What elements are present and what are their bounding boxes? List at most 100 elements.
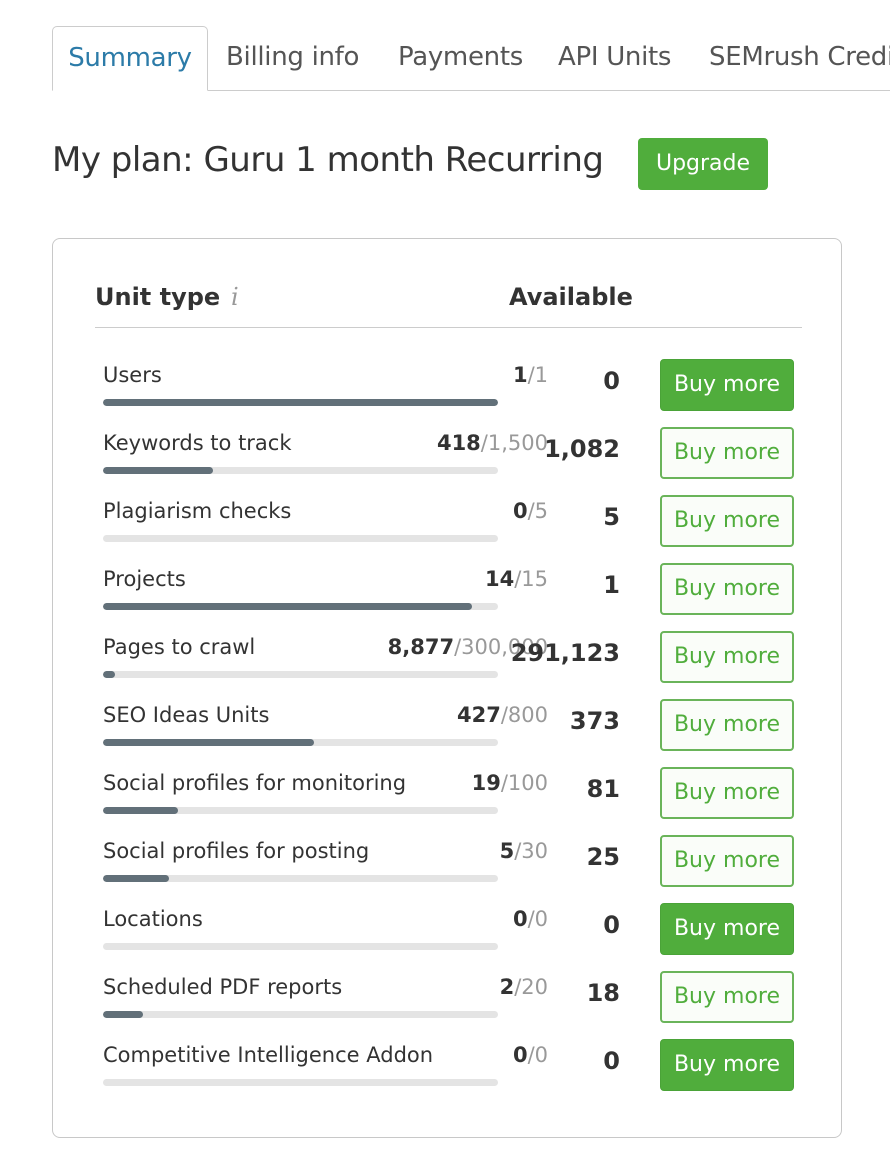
available-count: 5 — [603, 503, 620, 531]
tab-billing-info[interactable]: Billing info — [226, 26, 359, 89]
units-card: Unit type i Available Users 1/1 0 Buy more K… — [52, 238, 842, 1138]
used-count: 427 — [457, 703, 501, 727]
unit-name: Pages to crawl — [103, 635, 255, 659]
header-available: Available — [509, 283, 633, 311]
unit-usage: 418/1,500 — [437, 431, 548, 455]
total-limit: /800 — [501, 703, 548, 727]
total-limit: /100 — [501, 771, 548, 795]
table-header: Unit type i Available — [95, 279, 802, 328]
available-count: 373 — [570, 707, 620, 735]
usage-bar — [103, 807, 498, 814]
usage-bar — [103, 671, 498, 678]
usage-bar — [103, 1011, 498, 1018]
used-count: 0 — [513, 1043, 528, 1067]
usage-bar — [103, 535, 498, 542]
unit-name: SEO Ideas Units — [103, 703, 269, 727]
used-count: 8,877 — [388, 635, 454, 659]
table-row: Locations0/00Buy more — [103, 903, 803, 971]
buy-more-button[interactable]: Buy more — [660, 563, 794, 615]
used-count: 19 — [472, 771, 501, 795]
usage-bar — [103, 1079, 498, 1086]
info-icon[interactable]: i — [231, 283, 239, 311]
unit-name: Plagiarism checks — [103, 499, 291, 523]
usage-bar-fill — [103, 467, 213, 474]
usage-bar-fill — [103, 875, 169, 882]
unit-name: Users — [103, 363, 162, 387]
usage-bar-fill — [103, 739, 314, 746]
used-count: 2 — [500, 975, 515, 999]
table-row: SEO Ideas Units 427/800 373 Buy more — [103, 699, 803, 767]
usage-bar — [103, 875, 498, 882]
unit-name: Locations — [103, 907, 203, 931]
table-row: Social profiles for monitoring 19/100 81 Bu… — [103, 767, 803, 835]
available-count: 291,123 — [511, 639, 620, 667]
buy-more-button[interactable]: Buy more — [660, 699, 794, 751]
available-count: 25 — [587, 843, 620, 871]
total-limit: /5 — [528, 499, 548, 523]
used-count: 0 — [513, 907, 528, 931]
tab-summary[interactable]: Summary — [52, 26, 208, 91]
table-row: Competitive Intelligence Addon0/00Buy mo… — [103, 1039, 803, 1107]
buy-more-button[interactable]: Buy more — [660, 835, 794, 887]
unit-name: Competitive Intelligence Addon — [103, 1043, 433, 1067]
usage-bar-fill — [103, 1011, 143, 1018]
buy-more-button[interactable]: Buy more — [660, 767, 794, 819]
buy-more-button[interactable]: Buy more — [660, 903, 794, 955]
available-count: 0 — [603, 367, 620, 395]
available-count: 0 — [603, 911, 620, 939]
total-limit: /0 — [528, 907, 548, 931]
total-limit: /1,500 — [481, 431, 548, 455]
unit-name: Social profiles for monitoring — [103, 771, 406, 795]
tab-api-units[interactable]: API Units — [558, 26, 671, 89]
buy-more-button[interactable]: Buy more — [660, 359, 794, 411]
table-row: Users 1/1 0 Buy more — [103, 359, 803, 427]
buy-more-button[interactable]: Buy more — [660, 1039, 794, 1091]
total-limit: /30 — [514, 839, 548, 863]
table-row: Scheduled PDF reports2/2018Buy more — [103, 971, 803, 1039]
used-count: 0 — [513, 499, 528, 523]
unit-usage: 427/800 — [457, 703, 548, 727]
usage-bar — [103, 399, 498, 406]
table-row: Social profiles for posting 5/30 25 Buy mor… — [103, 835, 803, 903]
table-row: Keywords to track418/1,5001,082Buy more — [103, 427, 803, 495]
usage-bar — [103, 739, 498, 746]
unit-name: Social profiles for posting — [103, 839, 369, 863]
unit-usage: 19/100 — [472, 771, 548, 795]
buy-more-button[interactable]: Buy more — [660, 495, 794, 547]
total-limit: /0 — [528, 1043, 548, 1067]
unit-usage: 2/20 — [500, 975, 548, 999]
buy-more-button[interactable]: Buy more — [660, 427, 794, 479]
tab-bar: Summary Billing info Payments API Units … — [52, 26, 890, 91]
total-limit: /20 — [514, 975, 548, 999]
total-limit: /15 — [514, 567, 548, 591]
used-count: 14 — [485, 567, 514, 591]
available-count: 18 — [587, 979, 620, 1007]
available-count: 1 — [603, 571, 620, 599]
tab-payments[interactable]: Payments — [398, 26, 523, 89]
used-count: 418 — [437, 431, 481, 455]
unit-usage: 14/15 — [485, 567, 548, 591]
usage-bar-fill — [103, 807, 178, 814]
header-unit-type: Unit type — [95, 283, 220, 311]
usage-bar-fill — [103, 671, 115, 678]
usage-bar — [103, 943, 498, 950]
unit-usage: 5/30 — [500, 839, 548, 863]
usage-bar-fill — [103, 603, 472, 610]
page-title: My plan: Guru 1 month Recurring — [52, 140, 603, 180]
buy-more-button[interactable]: Buy more — [660, 631, 794, 683]
usage-bar — [103, 603, 498, 610]
unit-name: Keywords to track — [103, 431, 292, 455]
unit-usage: 0/0 — [513, 1043, 548, 1067]
available-count: 0 — [603, 1047, 620, 1075]
tab-semrush-credits[interactable]: SEMrush Credi — [709, 26, 890, 89]
usage-bar-fill — [103, 399, 498, 406]
total-limit: /1 — [528, 363, 548, 387]
table-row: Projects14/151Buy more — [103, 563, 803, 631]
buy-more-button[interactable]: Buy more — [660, 971, 794, 1023]
available-count: 81 — [587, 775, 620, 803]
unit-usage: 1/1 — [513, 363, 548, 387]
upgrade-button[interactable]: Upgrade — [638, 138, 768, 190]
used-count: 5 — [500, 839, 515, 863]
unit-usage: 0/0 — [513, 907, 548, 931]
table-row: Pages to crawl8,877/300,000291,123Buy mo… — [103, 631, 803, 699]
